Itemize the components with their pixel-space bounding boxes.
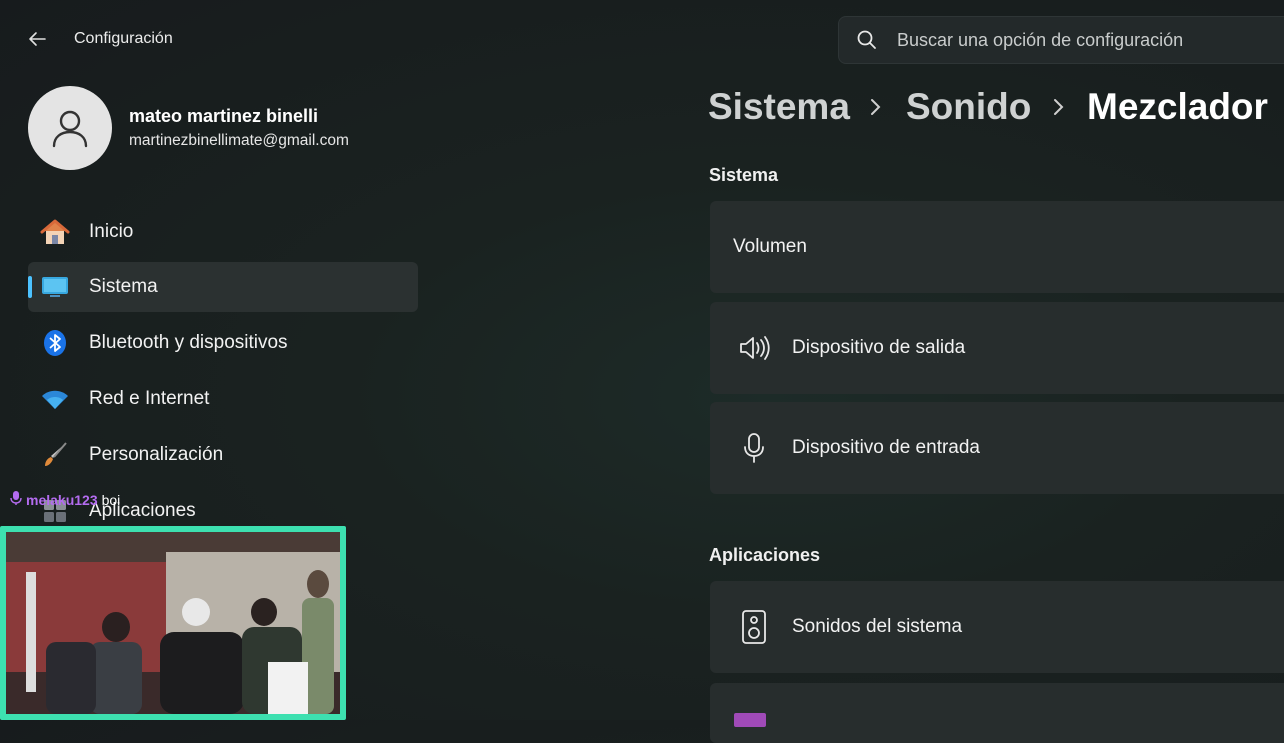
breadcrumb-item-sistema[interactable]: Sistema — [708, 86, 850, 128]
breadcrumb-item-sonido[interactable]: Sonido — [906, 86, 1031, 128]
input-device-card[interactable]: Dispositivo de entrada — [710, 402, 1284, 494]
home-icon — [40, 217, 70, 247]
user-icon — [52, 110, 88, 148]
search-icon — [839, 29, 895, 51]
search-input[interactable] — [895, 28, 1259, 52]
avatar[interactable] — [28, 86, 112, 170]
user-name: mateo martinez binelli — [129, 106, 319, 126]
speaker-icon — [734, 328, 774, 368]
brush-icon — [40, 440, 70, 470]
volume-card[interactable]: Volumen — [710, 201, 1284, 293]
sidebar-item-bluetooth[interactable]: Bluetooth y dispositivos — [28, 318, 418, 368]
system-sounds-label: Sonidos del sistema — [792, 616, 963, 637]
chat-username: melaku123 — [26, 491, 98, 508]
page-title: Mezclador — [1087, 86, 1268, 127]
app-card[interactable] — [710, 683, 1284, 743]
chat-message: melaku123 boi — [10, 490, 120, 509]
system-sounds-icon — [734, 607, 774, 647]
chevron-right-icon — [1051, 95, 1067, 124]
app-icon — [734, 713, 766, 727]
selection-indicator — [28, 276, 32, 298]
sidebar-item-inicio[interactable]: Inicio — [28, 207, 418, 257]
sidebar-item-red[interactable]: Red e Internet — [28, 374, 418, 424]
sidebar-item-label: Red e Internet — [89, 388, 210, 409]
user-email: martinezbinellimate@gmail.com — [129, 132, 349, 149]
output-device-card[interactable]: Dispositivo de salida — [710, 302, 1284, 394]
system-sounds-card[interactable]: Sonidos del sistema — [710, 581, 1284, 673]
sidebar-item-sistema[interactable]: Sistema — [28, 262, 418, 312]
monitor-icon — [40, 272, 70, 302]
input-device-label: Dispositivo de entrada — [792, 437, 980, 458]
webcam-video — [6, 532, 340, 714]
microphone-icon — [734, 428, 774, 468]
section-title-sistema: Sistema — [709, 165, 779, 185]
volume-label: Volumen — [733, 236, 807, 257]
sidebar-item-label: Personalización — [89, 444, 224, 465]
app-title: Configuración — [74, 30, 173, 47]
back-arrow-icon — [29, 32, 46, 46]
search-box[interactable] — [838, 16, 1284, 64]
bluetooth-icon — [40, 328, 70, 358]
sidebar-item-label: Sistema — [89, 276, 158, 297]
sidebar-item-label: Bluetooth y dispositivos — [89, 332, 288, 353]
microphone-icon — [10, 490, 22, 509]
output-device-label: Dispositivo de salida — [792, 337, 966, 358]
sidebar-item-personalizacion[interactable]: Personalización — [28, 430, 418, 480]
sidebar-item-label: Inicio — [89, 221, 134, 242]
wifi-icon — [40, 384, 70, 414]
section-title-aplicaciones: Aplicaciones — [709, 545, 821, 565]
back-button[interactable] — [22, 24, 52, 54]
chevron-right-icon — [868, 95, 884, 124]
chat-text: boi — [101, 491, 121, 508]
